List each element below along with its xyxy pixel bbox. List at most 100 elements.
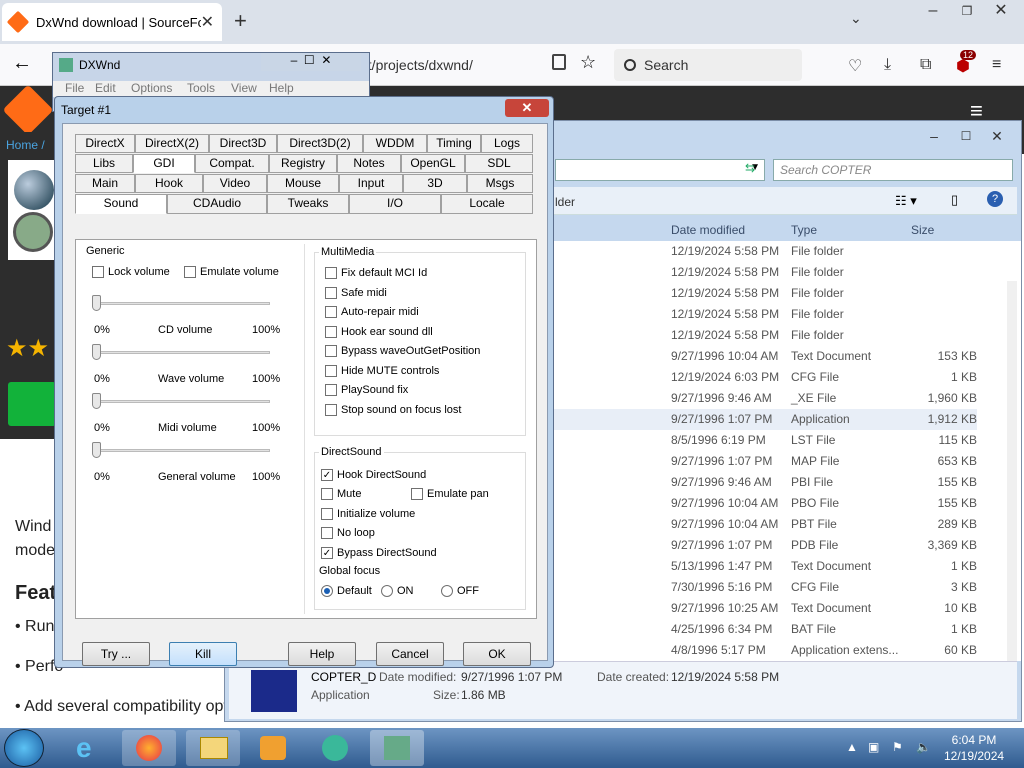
volume-slider-track[interactable] — [98, 449, 270, 452]
browser-search-box[interactable]: Search — [614, 49, 802, 81]
col-type[interactable]: Type — [791, 223, 817, 237]
ok-button[interactable]: OK — [463, 642, 531, 666]
volume-slider-track[interactable] — [98, 302, 270, 305]
multimedia-checkbox-0[interactable]: Fix default MCI Id — [325, 267, 427, 279]
initialize-volume-checkbox[interactable]: Initialize volume — [321, 508, 415, 520]
tab-compat-[interactable]: Compat. — [195, 154, 269, 173]
start-button[interactable] — [4, 729, 44, 767]
tab-sdl[interactable]: SDL — [465, 154, 533, 173]
hook-directsound-checkbox[interactable]: ✓ Hook DirectSound — [321, 469, 426, 481]
restore-icon[interactable]: ❐ — [950, 0, 984, 22]
dialog-close-button[interactable]: ✕ — [505, 99, 549, 117]
new-tab-icon[interactable]: + — [234, 8, 247, 34]
menu-options[interactable]: Options — [131, 81, 172, 95]
volume-slider-thumb[interactable] — [92, 295, 101, 311]
close-tab-icon[interactable]: ✕ — [201, 12, 214, 32]
tab-wddm[interactable]: WDDM — [363, 134, 427, 153]
multimedia-checkbox-7[interactable]: Stop sound on focus lost — [325, 403, 461, 416]
bypass-directsound-checkbox[interactable]: ✓ Bypass DirectSound — [321, 547, 437, 559]
cancel-button[interactable]: Cancel — [376, 642, 444, 666]
tab-registry[interactable]: Registry — [269, 154, 337, 173]
flag-icon[interactable]: ⚑ — [892, 740, 903, 754]
tab-i-o[interactable]: I/O — [349, 194, 441, 214]
refresh-icon[interactable]: ⇆ — [745, 161, 755, 175]
new-folder-button[interactable]: lder — [555, 195, 575, 209]
tab-cdaudio[interactable]: CDAudio — [167, 194, 267, 214]
volume-slider-track[interactable] — [98, 351, 270, 354]
chevron-down-icon[interactable]: ⌄ — [850, 10, 862, 27]
scrollbar[interactable] — [1007, 281, 1017, 661]
tab-input[interactable]: Input — [339, 174, 403, 193]
volume-slider-track[interactable] — [98, 400, 270, 403]
volume-slider-thumb[interactable] — [92, 442, 101, 458]
reader-view-icon[interactable] — [552, 54, 566, 70]
explorer-minimize-icon[interactable]: – — [917, 125, 951, 147]
multimedia-checkbox-1[interactable]: Safe midi — [325, 286, 387, 299]
system-clock[interactable]: 6:04 PM 12/19/2024 — [944, 732, 1004, 764]
tab-opengl[interactable]: OpenGL — [401, 154, 465, 173]
emulate-pan-checkbox[interactable]: Emulate pan — [411, 488, 489, 500]
view-options-icon[interactable]: ☷ ▾ — [895, 193, 917, 209]
explorer-address-bar[interactable]: ▼ — [555, 159, 765, 181]
tab-tweaks[interactable]: Tweaks — [267, 194, 349, 214]
tab-direct3d-2-[interactable]: Direct3D(2) — [277, 134, 363, 153]
tab-locale[interactable]: Locale — [441, 194, 533, 214]
ie-icon[interactable]: e — [62, 730, 116, 766]
tab-mouse[interactable]: Mouse — [267, 174, 339, 193]
tab-notes[interactable]: Notes — [337, 154, 401, 173]
minimize-icon[interactable]: – — [916, 0, 950, 22]
firefox-icon[interactable] — [122, 730, 176, 766]
tab-direct3d[interactable]: Direct3D — [209, 134, 277, 153]
show-hidden-icons-icon[interactable]: ▲ — [846, 740, 858, 754]
multimedia-checkbox-4[interactable]: Bypass waveOutGetPosition — [325, 345, 480, 357]
mute-checkbox[interactable]: Mute — [321, 488, 361, 500]
url-bar[interactable]: et/projects/dxwnd/ — [360, 50, 604, 80]
close-window-icon[interactable]: ✕ — [984, 0, 1018, 22]
media-player-icon[interactable] — [246, 730, 300, 766]
tab-sound[interactable]: Sound — [75, 194, 167, 214]
explorer-close-icon[interactable]: ✕ — [977, 125, 1017, 147]
network-icon[interactable]: ▣ — [868, 740, 879, 754]
download-icon[interactable]: ⤓ — [884, 56, 891, 74]
bookmark-star-icon[interactable]: ☆ — [580, 52, 596, 73]
tab-video[interactable]: Video — [203, 174, 267, 193]
download-button[interactable] — [8, 382, 56, 426]
emulate-volume-checkbox[interactable]: Emulate volume — [184, 266, 279, 278]
menu-view[interactable]: View — [231, 81, 257, 95]
tab-3d[interactable]: 3D — [403, 174, 467, 193]
app-taskbar-icon[interactable] — [308, 730, 362, 766]
explorer-search-input[interactable]: Search COPTER — [773, 159, 1013, 181]
volume-slider-thumb[interactable] — [92, 344, 101, 360]
volume-slider-thumb[interactable] — [92, 393, 101, 409]
help-icon[interactable]: ? — [987, 191, 1003, 207]
tab-hook[interactable]: Hook — [135, 174, 203, 193]
menu-file[interactable]: File — [65, 81, 84, 95]
col-size[interactable]: Size — [911, 223, 934, 237]
multimedia-checkbox-6[interactable]: PlaySound fix — [325, 384, 408, 396]
dxwnd-window-controls[interactable]: – ☐ ✕ — [261, 53, 361, 71]
volume-icon[interactable]: 🔈 — [916, 740, 931, 754]
extensions-icon[interactable]: ⧉ — [920, 56, 931, 74]
pocket-icon[interactable]: ♡ — [848, 56, 862, 76]
tab-timing[interactable]: Timing — [427, 134, 481, 153]
no-loop-checkbox[interactable]: No loop — [321, 527, 375, 539]
col-date-modified[interactable]: Date modified — [671, 223, 745, 237]
hamburger-menu-icon[interactable]: ≡ — [992, 56, 1001, 74]
tab-logs[interactable]: Logs — [481, 134, 533, 153]
tab-directx[interactable]: DirectX — [75, 134, 135, 153]
focus-default-radio[interactable]: Default — [321, 585, 372, 597]
menu-tools[interactable]: Tools — [187, 81, 215, 95]
menu-edit[interactable]: Edit — [95, 81, 116, 95]
tab-gdi[interactable]: GDI — [133, 154, 195, 173]
tab-directx-2-[interactable]: DirectX(2) — [135, 134, 209, 153]
tab-libs[interactable]: Libs — [75, 154, 133, 173]
dxwnd-taskbar-icon[interactable] — [370, 730, 424, 766]
kill-button[interactable]: Kill — [169, 642, 237, 666]
multimedia-checkbox-3[interactable]: Hook ear sound dll — [325, 325, 433, 338]
multimedia-checkbox-2[interactable]: Auto-repair midi — [325, 306, 419, 318]
focus-on-radio[interactable]: ON — [381, 585, 414, 597]
tab-main[interactable]: Main — [75, 174, 135, 193]
tab-msgs[interactable]: Msgs — [467, 174, 533, 193]
explorer-taskbar-icon[interactable] — [186, 730, 240, 766]
menu-help[interactable]: Help — [269, 81, 294, 95]
